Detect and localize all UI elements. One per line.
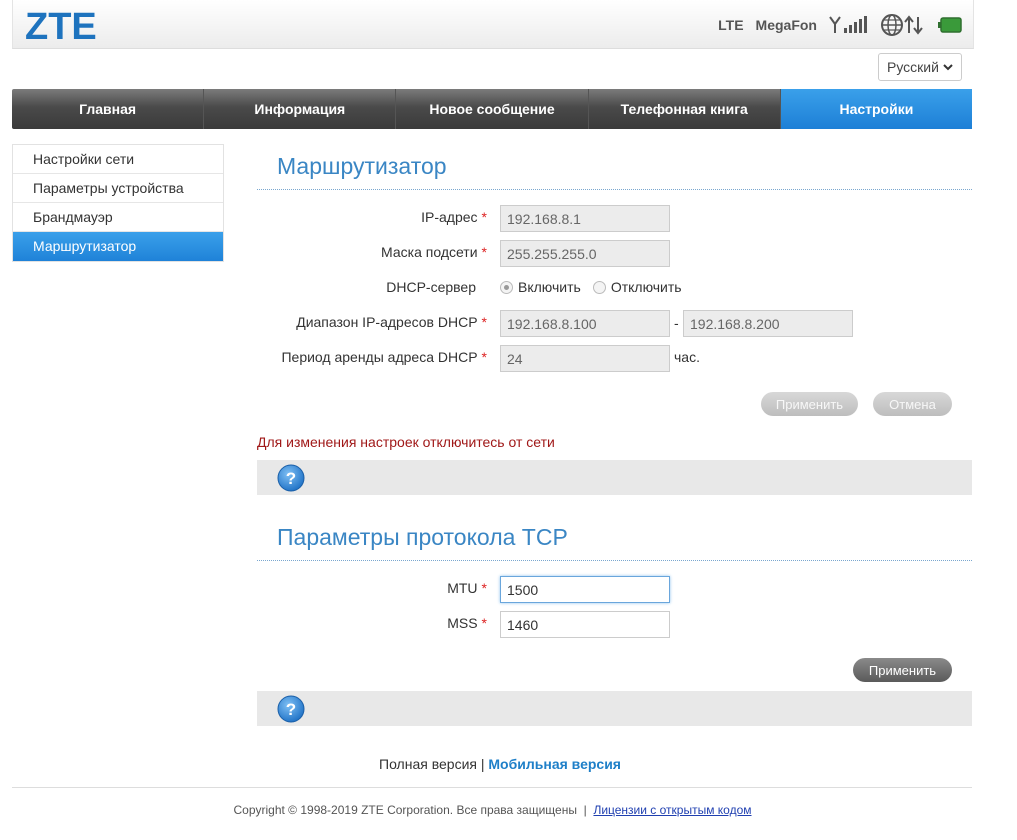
sidebar-item-device-settings[interactable]: Параметры устройства xyxy=(13,174,223,203)
router-cancel-button[interactable]: Отмена xyxy=(873,392,952,416)
copyright-text: Copyright © 1998-2019 ZTE Corporation. В… xyxy=(233,803,577,817)
help-icon[interactable]: ? xyxy=(277,464,305,492)
zte-logo: ZTE xyxy=(25,6,97,48)
lease-unit: час. xyxy=(674,349,700,365)
footer-divider xyxy=(12,787,972,788)
required-mark: * xyxy=(481,615,487,631)
ip-address-field[interactable]: 192.168.8.1 xyxy=(500,205,670,232)
subnet-mask-label-text: Маска подсети xyxy=(381,244,478,260)
network-type: LTE xyxy=(718,17,744,33)
sidebar-item-router[interactable]: Маршрутизатор xyxy=(13,232,223,261)
version-separator: | xyxy=(480,756,485,772)
sidebar-item-network-settings[interactable]: Настройки сети xyxy=(13,145,223,174)
header-bar: ZTE LTE MegaFon xyxy=(12,0,974,49)
router-section-divider xyxy=(257,189,972,190)
dhcp-range-label-text: Диапазон IP-адресов DHCP xyxy=(296,314,478,330)
mobile-version-link[interactable]: Мобильная версия xyxy=(488,756,621,772)
tcp-section-divider xyxy=(257,560,972,561)
version-switch: Полная версия | Мобильная версия xyxy=(0,756,1000,772)
mss-label-text: MSS xyxy=(447,615,478,631)
battery-icon xyxy=(937,16,963,34)
dhcp-lease-field[interactable]: 24 xyxy=(500,345,670,372)
required-mark: * xyxy=(481,349,487,365)
subnet-mask-field[interactable]: 255.255.255.0 xyxy=(500,240,670,267)
nav-new-message[interactable]: Новое сообщение xyxy=(396,89,589,129)
tcp-help-bar: ? xyxy=(257,691,972,726)
copyright-line: Copyright © 1998-2019 ZTE Corporation. В… xyxy=(0,803,985,817)
svg-text:?: ? xyxy=(286,469,296,488)
nav-phonebook[interactable]: Телефонная книга xyxy=(589,89,781,129)
signal-icon xyxy=(829,15,869,35)
tcp-section-title: Параметры протокола TCP xyxy=(277,524,568,550)
language-select[interactable]: Русский xyxy=(878,53,962,81)
full-version-link[interactable]: Полная версия xyxy=(379,756,477,772)
disconnect-warning: Для изменения настроек отключитесь от се… xyxy=(257,434,555,450)
nav-settings[interactable]: Настройки xyxy=(780,89,973,129)
dhcp-range-start-field[interactable]: 192.168.8.100 xyxy=(500,310,670,337)
dhcp-server-label: DHCP-сервер xyxy=(386,279,476,295)
dhcp-disable-label[interactable]: Отключить xyxy=(611,279,682,295)
settings-sidebar: Настройки сети Параметры устройства Бран… xyxy=(12,144,224,262)
dhcp-lease-label: Период аренды адреса DHCP * xyxy=(281,349,487,365)
mtu-label: MTU * xyxy=(447,580,487,596)
copyright-separator: | xyxy=(583,803,587,817)
ip-address-label-text: IP-адрес xyxy=(421,209,478,225)
operator-name: MegaFon xyxy=(755,17,817,33)
dhcp-lease-label-text: Период аренды адреса DHCP xyxy=(281,349,478,365)
router-apply-button[interactable]: Применить xyxy=(761,392,858,416)
chevron-down-icon xyxy=(942,60,954,77)
required-mark: * xyxy=(481,244,487,260)
ip-address-label: IP-адрес * xyxy=(421,209,487,225)
dhcp-enable-label[interactable]: Включить xyxy=(518,279,581,295)
subnet-mask-label: Маска подсети * xyxy=(381,244,487,260)
mtu-label-text: MTU xyxy=(447,580,478,596)
tcp-apply-button[interactable]: Применить xyxy=(853,658,952,682)
nav-information[interactable]: Информация xyxy=(204,89,397,129)
mtu-input[interactable]: 1500 xyxy=(500,576,670,603)
help-icon[interactable]: ? xyxy=(277,695,305,723)
nav-home[interactable]: Главная xyxy=(12,89,205,129)
dhcp-range-end-field[interactable]: 192.168.8.200 xyxy=(683,310,853,337)
language-selected: Русский xyxy=(887,59,939,75)
dhcp-server-radio-group: Включить Отключить xyxy=(500,279,682,295)
router-help-bar: ? xyxy=(257,460,972,495)
range-separator: - xyxy=(674,315,679,331)
open-source-license-link[interactable]: Лицензии с открытым кодом xyxy=(593,803,751,817)
status-bar: LTE MegaFon xyxy=(718,12,963,38)
main-nav: Главная Информация Новое сообщение Телеф… xyxy=(12,89,973,129)
dhcp-enable-radio[interactable] xyxy=(500,280,513,294)
mss-input[interactable]: 1460 xyxy=(500,611,670,638)
dhcp-disable-radio[interactable] xyxy=(592,280,606,294)
required-mark: * xyxy=(481,314,487,330)
router-section-title: Маршрутизатор xyxy=(277,153,447,179)
mss-label: MSS * xyxy=(447,615,487,631)
internet-connected-icon xyxy=(881,13,925,37)
required-mark: * xyxy=(481,580,487,596)
required-mark: * xyxy=(481,209,487,225)
svg-text:?: ? xyxy=(286,700,296,719)
dhcp-range-label: Диапазон IP-адресов DHCP * xyxy=(296,314,487,330)
sidebar-item-firewall[interactable]: Брандмауэр xyxy=(13,203,223,232)
